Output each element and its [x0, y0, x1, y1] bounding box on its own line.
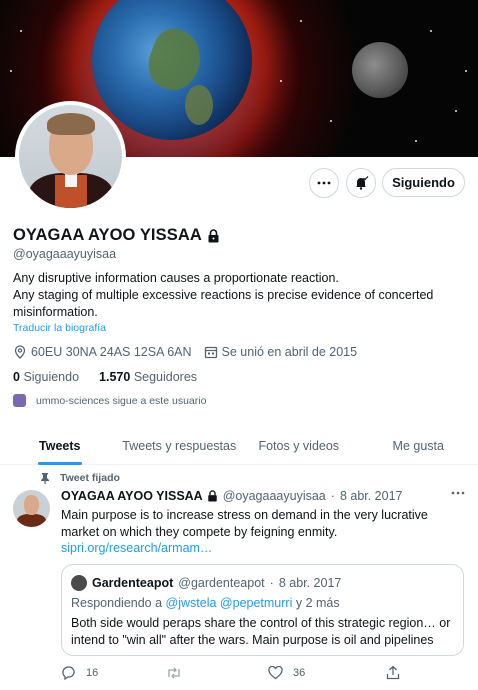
quote-header: Gardenteapot @gardenteapot · 8 abr. 2017: [71, 575, 341, 591]
profile-bio: Any disruptive information causes a prop…: [13, 270, 463, 321]
notifications-button[interactable]: [346, 168, 376, 198]
following-button[interactable]: Siguiendo: [382, 168, 465, 197]
tab-media[interactable]: Fotos y videos: [239, 428, 359, 464]
more-dots-icon: [451, 488, 465, 498]
profile-name: OYAGAA AYOO YISSAA: [13, 226, 220, 245]
quote-avatar: [71, 575, 87, 591]
tweet-avatar[interactable]: [13, 490, 50, 527]
reply-user-link[interactable]: @pepetmurri: [220, 596, 292, 610]
location-text: 60EU 30NA 24AS 12SA 6AN: [31, 345, 192, 359]
tab-likes[interactable]: Me gusta: [359, 428, 478, 464]
more-options-button[interactable]: [309, 168, 339, 198]
translate-bio-link[interactable]: Traducir la biografía: [13, 322, 106, 334]
heart-icon: [268, 665, 283, 680]
pinned-label: Tweet fijado: [40, 472, 120, 484]
location-pin-icon: [13, 345, 27, 359]
like-button[interactable]: 36: [268, 665, 386, 680]
more-dots-icon: [316, 175, 332, 191]
quote-date: 8 abr. 2017: [278, 576, 342, 590]
tweet-actions: 16 36: [61, 665, 401, 680]
tweet-separator: ·: [330, 489, 335, 503]
bell-check-icon: [353, 175, 369, 191]
tweet-author[interactable]: OYAGAA AYOO YISSAA: [61, 489, 218, 503]
profile-tabs: Tweets Tweets y respuestas Fotos y video…: [0, 428, 478, 465]
followers-link[interactable]: 1.570 Seguidores: [99, 370, 197, 384]
followed-by-text: ummo-sciences sigue a este usuario: [36, 394, 207, 407]
pinned-text: Tweet fijado: [60, 472, 120, 484]
bio-line-2: Any staging of multiple excessive reacti…: [13, 288, 434, 319]
joined-text: Se unió en abril de 2015: [221, 345, 358, 359]
followed-by[interactable]: ummo-sciences sigue a este usuario: [13, 394, 206, 407]
profile-location: 60EU 30NA 24AS 12SA 6AN: [13, 345, 192, 359]
tweet-handle[interactable]: @oyagaaayuyisaa: [223, 489, 326, 503]
follow-counts: 0 Siguiendo 1.570 Seguidores: [13, 370, 197, 384]
lock-icon: [207, 490, 218, 502]
reply-icon: [61, 665, 76, 680]
reply-button[interactable]: 16: [61, 665, 166, 680]
retweet-icon: [166, 666, 182, 680]
tweet-date[interactable]: 8 abr. 2017: [340, 489, 403, 503]
quote-handle: @gardenteapot: [178, 576, 265, 590]
tweet-header: OYAGAA AYOO YISSAA @oyagaaayuyisaa · 8 a…: [61, 489, 403, 503]
pin-icon: [40, 472, 50, 484]
tab-tweets-and-replies[interactable]: Tweets y respuestas: [120, 428, 240, 464]
quote-author: Gardenteapot: [92, 576, 174, 590]
quote-text: Both side would peraps share the control…: [71, 616, 451, 647]
tweet-text: Main purpose is to increase stress on de…: [61, 508, 428, 539]
share-icon: [386, 665, 400, 680]
reply-user-link[interactable]: @jwstela: [166, 596, 217, 610]
profile-joined: Se unió en abril de 2015: [204, 345, 358, 359]
banner-moon: [352, 42, 408, 98]
quote-separator: ·: [269, 576, 274, 590]
tab-tweets[interactable]: Tweets: [0, 428, 120, 465]
tweet-more-button[interactable]: [451, 488, 465, 498]
tweet-link[interactable]: sipri.org/research/armam…: [61, 541, 212, 555]
bio-line-1: Any disruptive information causes a prop…: [13, 271, 339, 285]
profile-name-text: OYAGAA AYOO YISSAA: [13, 226, 202, 244]
lock-icon: [207, 228, 220, 243]
quote-replying-to: Respondiendo a @jwstela @pepetmurri y 2 …: [71, 596, 340, 610]
profile-handle: @oyagaaayuyisaa: [13, 247, 117, 261]
retweet-button[interactable]: [166, 665, 268, 680]
quoted-tweet[interactable]: Gardenteapot @gardenteapot · 8 abr. 2017…: [61, 564, 464, 656]
profile-meta: 60EU 30NA 24AS 12SA 6AN Se unió en abril…: [13, 345, 369, 359]
reply-count: 16: [86, 666, 99, 679]
profile-avatar[interactable]: [15, 101, 126, 212]
following-link[interactable]: 0 Siguiendo: [13, 370, 79, 384]
share-button[interactable]: [386, 665, 400, 680]
like-count: 36: [293, 666, 306, 679]
follower-avatar: [13, 394, 26, 407]
calendar-icon: [204, 345, 218, 359]
